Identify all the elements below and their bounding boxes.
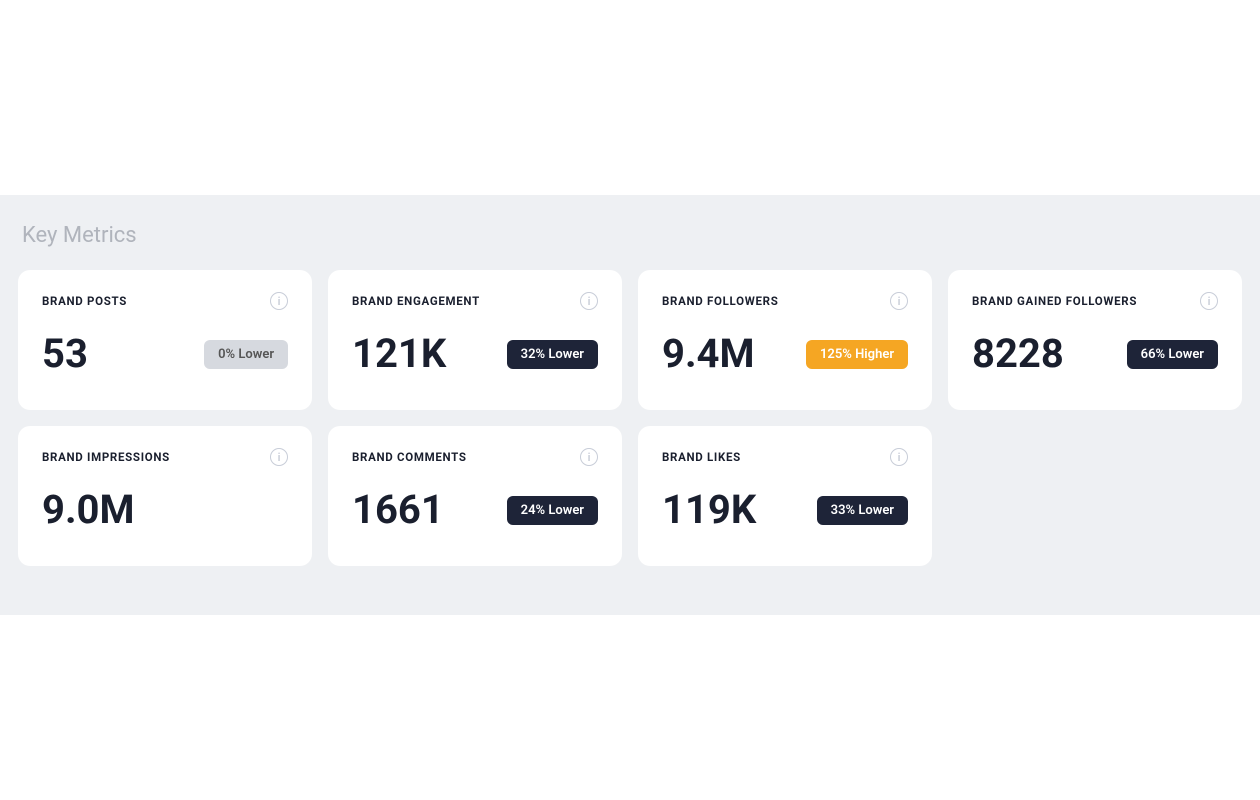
card-value-brand-followers: 9.4M <box>662 334 755 374</box>
cards-grid: BRAND POSTS i 53 0% Lower BRAND ENGAGEME… <box>18 270 1242 566</box>
card-header: BRAND LIKES i <box>662 448 908 466</box>
card-brand-gained-followers: BRAND GAINED FOLLOWERS i 8228 66% Lower <box>948 270 1242 410</box>
empty-card-placeholder <box>948 426 1242 566</box>
badge-brand-comments: 24% Lower <box>507 496 598 525</box>
card-value-brand-comments: 1661 <box>352 490 444 530</box>
card-value-row: 9.4M 125% Higher <box>662 334 908 374</box>
card-value-row: 9.0M <box>42 490 288 530</box>
badge-brand-gained-followers: 66% Lower <box>1127 340 1218 369</box>
card-value-brand-posts: 53 <box>42 334 88 374</box>
card-label-brand-engagement: BRAND ENGAGEMENT <box>352 294 480 308</box>
card-label-brand-comments: BRAND COMMENTS <box>352 450 467 464</box>
card-value-brand-impressions: 9.0M <box>42 490 135 530</box>
card-brand-followers: BRAND FOLLOWERS i 9.4M 125% Higher <box>638 270 932 410</box>
card-value-row: 1661 24% Lower <box>352 490 598 530</box>
card-brand-comments: BRAND COMMENTS i 1661 24% Lower <box>328 426 622 566</box>
card-brand-impressions: BRAND IMPRESSIONS i 9.0M <box>18 426 312 566</box>
card-label-brand-posts: BRAND POSTS <box>42 294 127 308</box>
card-header: BRAND COMMENTS i <box>352 448 598 466</box>
badge-brand-posts: 0% Lower <box>204 340 288 369</box>
card-value-row: 121K 32% Lower <box>352 334 598 374</box>
info-icon-brand-comments[interactable]: i <box>580 448 598 466</box>
card-label-brand-followers: BRAND FOLLOWERS <box>662 294 778 308</box>
info-icon-brand-likes[interactable]: i <box>890 448 908 466</box>
metrics-section: Key Metrics BRAND POSTS i 53 0% Lower BR… <box>0 195 1260 615</box>
card-brand-likes: BRAND LIKES i 119K 33% Lower <box>638 426 932 566</box>
card-header: BRAND GAINED FOLLOWERS i <box>972 292 1218 310</box>
badge-brand-likes: 33% Lower <box>817 496 908 525</box>
badge-brand-engagement: 32% Lower <box>507 340 598 369</box>
section-title: Key Metrics <box>18 223 1242 248</box>
badge-brand-followers: 125% Higher <box>806 340 908 369</box>
info-icon-brand-posts[interactable]: i <box>270 292 288 310</box>
card-value-row: 8228 66% Lower <box>972 334 1218 374</box>
card-brand-posts: BRAND POSTS i 53 0% Lower <box>18 270 312 410</box>
card-value-brand-gained-followers: 8228 <box>972 334 1064 374</box>
card-header: BRAND POSTS i <box>42 292 288 310</box>
card-brand-engagement: BRAND ENGAGEMENT i 121K 32% Lower <box>328 270 622 410</box>
card-value-brand-engagement: 121K <box>352 334 446 374</box>
top-white-space <box>0 0 1260 195</box>
card-label-brand-likes: BRAND LIKES <box>662 450 741 464</box>
card-value-brand-likes: 119K <box>662 490 756 530</box>
card-header: BRAND FOLLOWERS i <box>662 292 908 310</box>
card-label-brand-gained-followers: BRAND GAINED FOLLOWERS <box>972 294 1137 308</box>
info-icon-brand-impressions[interactable]: i <box>270 448 288 466</box>
info-icon-brand-gained-followers[interactable]: i <box>1200 292 1218 310</box>
info-icon-brand-followers[interactable]: i <box>890 292 908 310</box>
info-icon-brand-engagement[interactable]: i <box>580 292 598 310</box>
card-value-row: 119K 33% Lower <box>662 490 908 530</box>
card-label-brand-impressions: BRAND IMPRESSIONS <box>42 450 170 464</box>
card-header: BRAND ENGAGEMENT i <box>352 292 598 310</box>
card-header: BRAND IMPRESSIONS i <box>42 448 288 466</box>
card-value-row: 53 0% Lower <box>42 334 288 374</box>
